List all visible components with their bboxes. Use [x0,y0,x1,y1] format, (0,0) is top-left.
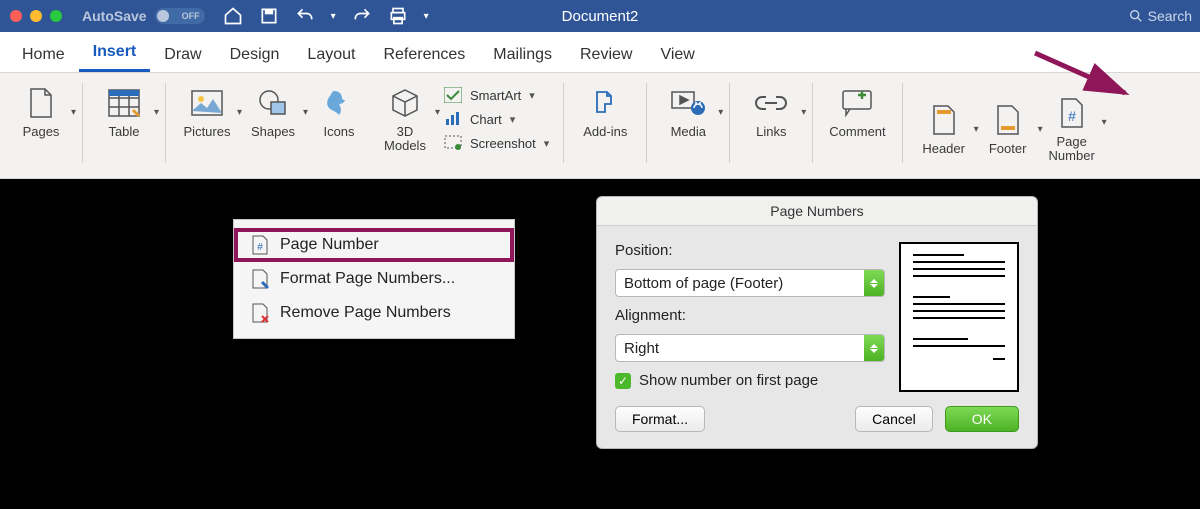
position-select[interactable]: Bottom of page (Footer) [615,269,885,297]
search-icon [1128,8,1144,24]
chevron-down-icon: ▾ [544,137,550,150]
addins-button[interactable]: Add-ins [574,81,636,143]
footer-button[interactable]: Footer▾ [977,98,1039,160]
chevron-down-icon: ▾ [154,107,159,118]
redo-icon[interactable] [352,6,372,26]
table-button[interactable]: Table▾ [93,81,155,143]
screenshot-button[interactable]: Screenshot▾ [440,133,553,153]
icons-button[interactable]: Icons [308,81,370,143]
autosave-toggle[interactable]: AutoSave OFF [82,8,205,24]
tab-draw[interactable]: Draw [150,38,215,72]
home-icon[interactable] [223,6,243,26]
tab-mailings[interactable]: Mailings [479,38,566,72]
menu-item-page-number[interactable]: # Page Number [234,228,514,262]
format-button[interactable]: Format... [615,406,705,432]
alignment-label: Alignment: [615,307,885,324]
tab-home[interactable]: Home [8,38,79,72]
pictures-button[interactable]: Pictures▾ [176,81,238,143]
media-button[interactable]: Media▾ [657,81,719,143]
shapes-button[interactable]: Shapes▾ [242,81,304,143]
format-page-numbers-icon [250,268,270,290]
dialog-title: Page Numbers [597,197,1037,226]
ok-button[interactable]: OK [945,406,1019,432]
3d-models-button[interactable]: 3D Models▾ [374,81,436,157]
page-numbers-dialog: Page Numbers Position: Bottom of page (F… [596,196,1038,449]
smartart-button[interactable]: SmartArt▾ [440,85,553,105]
alignment-select[interactable]: Right [615,334,885,362]
links-button[interactable]: Links▾ [740,81,802,143]
chevron-down-icon: ▾ [801,107,806,118]
first-page-checkbox[interactable]: ✓ Show number on first page [615,372,885,389]
zoom-window-icon[interactable] [50,10,62,22]
search-box[interactable]: Search [1128,8,1192,24]
cancel-button[interactable]: Cancel [855,406,933,432]
chart-icon [444,111,462,127]
remove-page-numbers-icon [250,302,270,324]
chart-button[interactable]: Chart▾ [440,109,553,129]
comment-button[interactable]: Comment [823,81,891,143]
page-number-button[interactable]: # Page Number▾ [1041,91,1103,167]
chevron-down-icon: ▾ [1102,117,1107,128]
document-title: Document2 [562,8,639,25]
checkbox-checked-icon: ✓ [615,373,631,389]
tab-layout[interactable]: Layout [293,38,369,72]
tab-references[interactable]: References [369,38,479,72]
smartart-icon [444,87,462,103]
chevron-down-icon: ▾ [718,107,723,118]
page-preview [899,242,1019,392]
ribbon: Pages▾ Table▾ Pictures▾ Shapes▾ Icons 3D… [0,73,1200,179]
close-window-icon[interactable] [10,10,22,22]
chevron-down-icon: ▾ [510,113,516,126]
page-number-icon: # [250,234,270,256]
titlebar: AutoSave OFF ▾ ▾ Document2 Search [0,0,1200,32]
chevron-down-icon: ▾ [529,89,535,102]
autosave-switch[interactable]: OFF [155,8,205,24]
screenshot-icon [444,135,462,151]
minimize-window-icon[interactable] [30,10,42,22]
print-icon[interactable] [388,6,408,26]
tab-insert[interactable]: Insert [79,35,151,72]
save-icon[interactable] [259,6,279,26]
tab-design[interactable]: Design [216,38,294,72]
select-stepper-icon [864,335,884,361]
tab-review[interactable]: Review [566,38,646,72]
menu-item-remove-page-numbers[interactable]: Remove Page Numbers [234,296,514,330]
ribbon-tabs: Home Insert Draw Design Layout Reference… [0,32,1200,73]
position-label: Position: [615,242,885,259]
undo-icon[interactable] [295,6,315,26]
tab-view[interactable]: View [646,38,708,72]
svg-text:#: # [1068,108,1076,124]
qat-customize-icon[interactable]: ▾ [424,11,429,22]
undo-chevron-icon[interactable]: ▾ [331,11,336,22]
select-stepper-icon [864,270,884,296]
header-button[interactable]: Header▾ [913,98,975,160]
window-controls [10,10,62,22]
menu-item-format-page-numbers[interactable]: Format Page Numbers... [234,262,514,296]
svg-text:#: # [257,242,263,253]
autosave-label: AutoSave [82,8,147,24]
page-number-menu: # Page Number Format Page Numbers... Rem… [234,220,514,338]
quick-access-toolbar: ▾ ▾ [223,6,429,26]
chevron-down-icon: ▾ [71,107,76,118]
chevron-down-icon: ▾ [435,107,440,118]
pages-button[interactable]: Pages▾ [10,81,72,143]
